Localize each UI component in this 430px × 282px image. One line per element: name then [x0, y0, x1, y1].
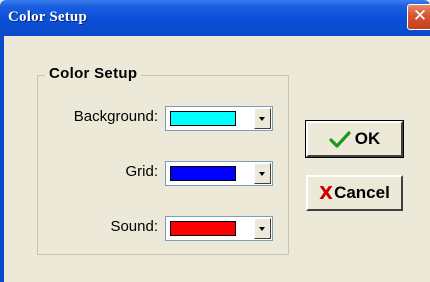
color-setup-dialog: Color Setup ✕ Color Setup Background: Gr…: [0, 0, 430, 282]
sound-color-swatch: [170, 221, 236, 236]
sound-label: Sound:: [110, 218, 158, 235]
title-bar[interactable]: Color Setup ✕: [0, 0, 430, 36]
sound-color-combo[interactable]: [165, 216, 273, 241]
close-button[interactable]: ✕: [407, 4, 430, 30]
check-icon: [329, 131, 351, 148]
groupbox-title: Color Setup: [45, 65, 142, 82]
sound-dropdown-button[interactable]: [254, 218, 271, 239]
ok-button-label: OK: [354, 129, 381, 148]
cancel-button[interactable]: X Cancel: [306, 175, 403, 211]
ok-button[interactable]: OK: [305, 120, 404, 158]
background-color-swatch: [170, 111, 236, 126]
cancel-button-label: Cancel: [334, 183, 390, 202]
x-icon: X: [319, 182, 334, 204]
close-icon: ✕: [412, 6, 428, 26]
chevron-down-icon: [259, 117, 265, 121]
grid-color-combo[interactable]: [165, 161, 273, 186]
background-label: Background:: [73, 108, 158, 125]
background-color-combo[interactable]: [165, 106, 273, 131]
background-dropdown-button[interactable]: [254, 108, 271, 129]
chevron-down-icon: [259, 172, 265, 176]
window-title: Color Setup: [8, 9, 88, 25]
chevron-down-icon: [259, 227, 265, 231]
window-left-border: [0, 36, 4, 282]
grid-color-swatch: [170, 166, 236, 181]
grid-dropdown-button[interactable]: [254, 163, 271, 184]
grid-label: Grid:: [125, 163, 158, 180]
